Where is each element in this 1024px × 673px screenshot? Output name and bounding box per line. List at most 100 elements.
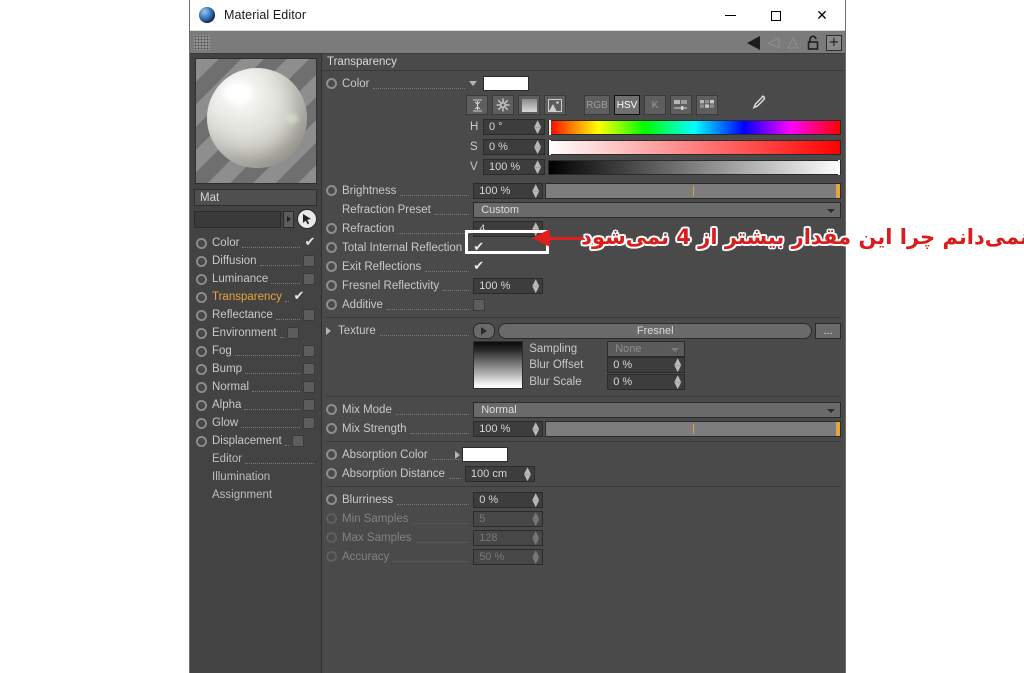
- spinner-icon[interactable]: ▲ ▼: [534, 120, 541, 136]
- channel-color[interactable]: Color ✔: [194, 234, 317, 252]
- saturation-gradient-slider[interactable]: [548, 139, 842, 155]
- spinner-icon[interactable]: ▲ ▼: [532, 183, 539, 199]
- channel-displacement[interactable]: Displacement: [194, 432, 317, 450]
- channel-radio-icon[interactable]: [196, 399, 207, 411]
- spinner-icon[interactable]: ▲ ▼: [524, 466, 531, 482]
- channel-radio-icon[interactable]: [196, 291, 207, 303]
- channel-reflectance[interactable]: Reflectance: [194, 306, 317, 324]
- pick-cursor-icon[interactable]: [297, 209, 317, 229]
- triangle-right-icon[interactable]: [766, 36, 780, 50]
- spinner-icon[interactable]: ▲ ▼: [534, 140, 541, 156]
- expand-arrow-icon[interactable]: [455, 450, 461, 459]
- blurriness-input[interactable]: 0 % ▲ ▼: [473, 491, 544, 508]
- fresnel-reflectivity-input[interactable]: 100 % ▲ ▼: [473, 277, 544, 294]
- color-wheel-icon[interactable]: [492, 95, 514, 115]
- param-radio-icon[interactable]: [326, 423, 337, 434]
- refraction-preset-dropdown[interactable]: Custom: [473, 201, 842, 218]
- blur-offset-input[interactable]: 0 % ▲ ▼: [607, 357, 686, 374]
- sliders-icon[interactable]: [670, 95, 692, 115]
- spinner-icon[interactable]: ▲ ▼: [674, 374, 681, 390]
- value-input[interactable]: 100 % ▲ ▼: [483, 159, 545, 176]
- channel-alpha[interactable]: Alpha: [194, 396, 317, 414]
- mode-hsv-button[interactable]: HSV: [614, 95, 640, 115]
- channel-checkbox[interactable]: [303, 273, 315, 285]
- channel-radio-icon[interactable]: [196, 363, 207, 375]
- additive-checkbox[interactable]: [473, 298, 486, 311]
- tir-check-icon[interactable]: ✔: [473, 241, 485, 254]
- minimize-button[interactable]: [707, 0, 753, 31]
- channel-checkbox[interactable]: [303, 417, 315, 429]
- channel-radio-icon[interactable]: [196, 345, 207, 357]
- param-radio-icon[interactable]: [326, 449, 337, 460]
- texture-thumbnail[interactable]: [473, 341, 524, 389]
- drag-grip[interactable]: [194, 34, 210, 50]
- param-radio-icon[interactable]: [326, 185, 337, 196]
- channel-diffusion[interactable]: Diffusion: [194, 252, 317, 270]
- hue-input[interactable]: 0 ° ▲ ▼: [483, 119, 545, 136]
- texture-play-button[interactable]: [473, 323, 496, 339]
- spinner-icon[interactable]: ▲ ▼: [534, 160, 541, 176]
- sidebar-item-editor[interactable]: Editor: [194, 450, 317, 468]
- param-radio-icon[interactable]: [326, 299, 337, 310]
- sampling-dropdown[interactable]: None: [607, 340, 686, 357]
- value-gradient-slider[interactable]: [548, 159, 842, 175]
- spinner-icon[interactable]: ▲ ▼: [532, 421, 539, 437]
- search-input[interactable]: [194, 210, 281, 228]
- swatches-icon[interactable]: [696, 95, 718, 115]
- texture-name-field[interactable]: Fresnel: [498, 323, 813, 339]
- add-button[interactable]: +: [826, 34, 842, 51]
- blur-scale-input[interactable]: 0 % ▲ ▼: [607, 373, 686, 390]
- mix-strength-input[interactable]: 100 % ▲ ▼: [473, 420, 544, 437]
- mode-rgb-button[interactable]: RGB: [584, 95, 610, 115]
- channel-radio-icon[interactable]: [196, 417, 207, 429]
- refraction-input[interactable]: 4 ▲ ▼: [473, 220, 544, 237]
- spinner-icon[interactable]: ▲ ▼: [532, 221, 539, 237]
- expand-arrow-icon[interactable]: [326, 327, 331, 335]
- texture-browse-button[interactable]: ...: [815, 323, 842, 339]
- channel-transparency[interactable]: Transparency ✔: [194, 288, 317, 306]
- color-swatch[interactable]: [483, 76, 530, 91]
- mode-k-button[interactable]: K: [644, 95, 666, 115]
- spinner-icon[interactable]: ▲ ▼: [532, 492, 539, 508]
- spinner-icon[interactable]: ▲ ▼: [532, 278, 539, 294]
- param-radio-icon[interactable]: [326, 280, 337, 291]
- channel-glow[interactable]: Glow: [194, 414, 317, 432]
- channel-check-icon[interactable]: ✔: [292, 290, 306, 303]
- eyedrop-range-icon[interactable]: [466, 95, 488, 115]
- absorption-color-swatch[interactable]: [462, 447, 509, 462]
- param-radio-icon[interactable]: [326, 261, 337, 272]
- sidebar-item-assignment[interactable]: Assignment: [194, 486, 317, 504]
- param-radio-icon[interactable]: [326, 78, 337, 89]
- channel-radio-icon[interactable]: [196, 273, 207, 285]
- mix-strength-slider[interactable]: [545, 420, 842, 437]
- channel-fog[interactable]: Fog: [194, 342, 317, 360]
- param-radio-icon[interactable]: [326, 494, 337, 505]
- channel-normal[interactable]: Normal: [194, 378, 317, 396]
- param-radio-icon[interactable]: [326, 242, 337, 253]
- param-radio-icon[interactable]: [326, 223, 337, 234]
- close-button[interactable]: ✕: [799, 0, 845, 31]
- channel-checkbox[interactable]: [303, 255, 315, 267]
- saturation-input[interactable]: 0 % ▲ ▼: [483, 139, 545, 156]
- spinner-icon[interactable]: ▲ ▼: [674, 358, 681, 374]
- param-radio-icon[interactable]: [326, 468, 337, 479]
- material-name-field[interactable]: Mat: [194, 189, 317, 206]
- lock-icon[interactable]: [806, 35, 820, 51]
- brightness-slider[interactable]: [545, 182, 842, 199]
- gradient-icon[interactable]: [518, 95, 540, 115]
- channel-check-icon[interactable]: ✔: [303, 236, 317, 249]
- triangle-left-icon[interactable]: [747, 35, 760, 50]
- triangle-up-icon[interactable]: [786, 36, 800, 50]
- hue-gradient-slider[interactable]: [548, 119, 842, 135]
- channel-bump[interactable]: Bump: [194, 360, 317, 378]
- channel-checkbox[interactable]: [291, 435, 304, 447]
- channel-checkbox[interactable]: [303, 381, 315, 393]
- material-preview[interactable]: [194, 58, 317, 184]
- search-dropdown-arrow-icon[interactable]: [283, 210, 294, 228]
- eyedropper-icon[interactable]: [748, 94, 766, 117]
- channel-radio-icon[interactable]: [196, 309, 207, 321]
- sidebar-item-illumination[interactable]: Illumination: [194, 468, 317, 486]
- mix-mode-dropdown[interactable]: Normal: [473, 401, 842, 418]
- channel-checkbox[interactable]: [303, 363, 315, 375]
- expand-arrow-icon[interactable]: [469, 81, 478, 86]
